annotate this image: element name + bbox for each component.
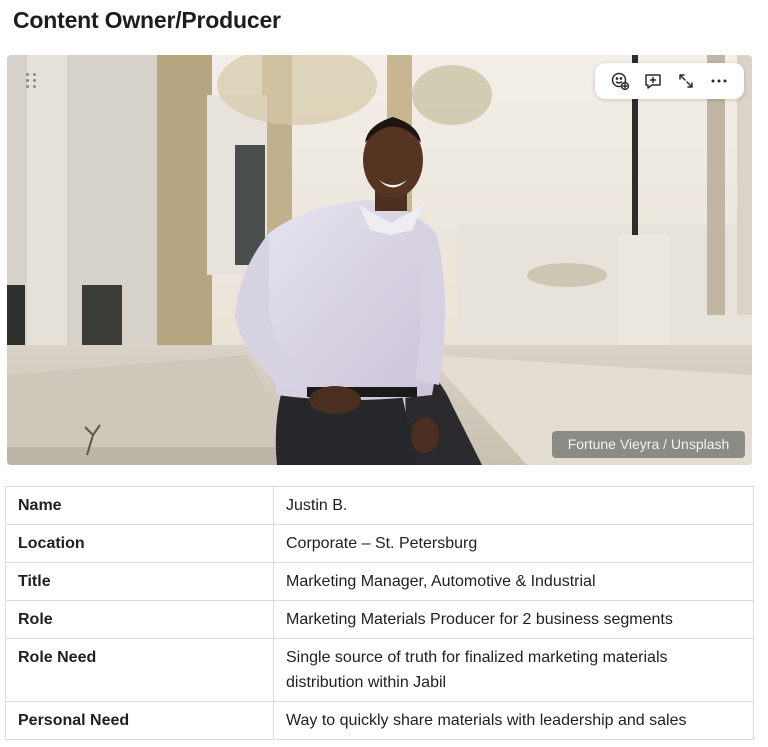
photo-credit: Fortune Vieyra / Unsplash [552, 431, 745, 458]
row-label-location[interactable]: Location [5, 524, 274, 563]
row-value-personal-need[interactable]: Way to quickly share materials with lead… [273, 701, 754, 740]
table-row: Role Marketing Materials Producer for 2 … [5, 600, 754, 639]
table-row: Location Corporate – St. Petersburg [5, 524, 754, 563]
row-value-location[interactable]: Corporate – St. Petersburg [273, 524, 754, 563]
row-value-role[interactable]: Marketing Materials Producer for 2 busin… [273, 600, 754, 639]
table-row: Role Need Single source of truth for fin… [5, 638, 754, 702]
row-value-title[interactable]: Marketing Manager, Automotive & Industri… [273, 562, 754, 601]
row-label-personal-need[interactable]: Personal Need [5, 701, 274, 740]
emoji-add-icon[interactable] [606, 67, 634, 95]
table-row: Name Justin B. [5, 486, 754, 525]
persona-photo [7, 55, 752, 465]
row-label-role-need[interactable]: Role Need [5, 638, 274, 702]
drag-handle-icon[interactable] [26, 73, 38, 91]
table-row: Personal Need Way to quickly share mater… [5, 701, 754, 740]
table-row: Title Marketing Manager, Automotive & In… [5, 562, 754, 601]
row-label-role[interactable]: Role [5, 600, 274, 639]
persona-table: Name Justin B. Location Corporate – St. … [5, 486, 754, 740]
row-label-name[interactable]: Name [5, 486, 274, 525]
comment-add-icon[interactable] [639, 67, 667, 95]
page-title: Content Owner/Producer [13, 7, 281, 33]
expand-icon[interactable] [672, 67, 700, 95]
image-toolbar [595, 63, 744, 99]
image-block[interactable]: Fortune Vieyra / Unsplash [7, 55, 752, 465]
row-value-name[interactable]: Justin B. [273, 486, 754, 525]
row-value-role-need[interactable]: Single source of truth for finalized mar… [273, 638, 754, 702]
row-label-title[interactable]: Title [5, 562, 274, 601]
more-icon[interactable] [705, 67, 733, 95]
